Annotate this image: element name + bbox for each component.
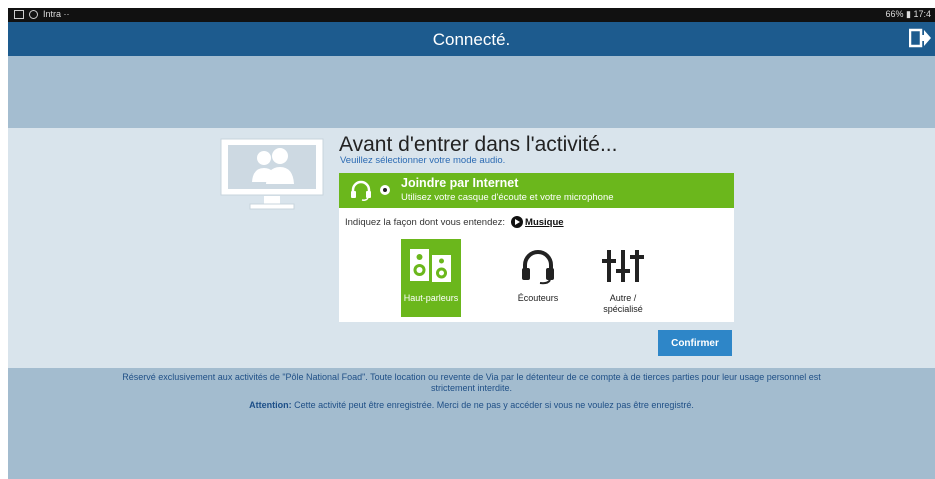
status-bar: Intra ·· 66% ▮ 17:4	[8, 8, 935, 22]
audio-output-panel: Indiquez la façon dont vous entendez: Mu…	[339, 208, 734, 322]
status-left: Intra ··	[14, 9, 70, 19]
app-frame: Intra ·· 66% ▮ 17:4 Connecté. Avant d'en…	[8, 8, 935, 479]
whatsapp-icon	[29, 9, 38, 19]
output-other[interactable]: Autre / spécialisé	[593, 239, 653, 317]
output-other-label-line2: spécialisé	[603, 304, 643, 314]
internet-option-title: Joindre par Internet	[401, 176, 519, 190]
output-speakers[interactable]: Haut-parleurs	[401, 239, 461, 317]
footer-notice: Réservé exclusivement aux activités de "…	[8, 372, 935, 394]
top-band	[8, 56, 935, 128]
play-icon[interactable]	[511, 216, 524, 228]
output-other-label-line1: Autre /	[609, 293, 637, 303]
hearing-prompt-text: Indiquez la façon dont vous entendez:	[345, 216, 506, 228]
music-link[interactable]: Musique	[525, 217, 564, 228]
footer-attention: Attention: Cette activité peut être enre…	[8, 400, 935, 410]
exit-icon[interactable]	[909, 28, 931, 48]
page-title: Connecté.	[432, 30, 511, 49]
output-headphones[interactable]: Écouteurs	[508, 239, 568, 317]
image-icon	[14, 9, 24, 19]
internet-option-subtitle: Utilisez votre casque d'écoute et votre …	[401, 192, 614, 203]
title-bar: Connecté.	[8, 22, 935, 56]
monitor-users-icon	[220, 138, 324, 210]
attention-text: Cette activité peut être enregistrée. Me…	[294, 400, 694, 410]
status-right-text: 66% ▮ 17:4	[885, 9, 931, 19]
speakers-icon	[410, 249, 451, 282]
headphones-icon	[522, 250, 554, 285]
footer-notice-line2: strictement interdite.	[430, 383, 513, 393]
internet-radio[interactable]	[380, 185, 390, 195]
status-left-text: Intra ··	[43, 9, 70, 19]
dialog-heading: Avant d'entrer dans l'activité...	[339, 133, 618, 156]
sliders-icon	[602, 250, 644, 282]
output-speakers-label: Haut-parleurs	[403, 293, 459, 303]
confirm-button[interactable]: Confirmer	[658, 330, 732, 356]
internet-option[interactable]: Joindre par Internet Utilisez votre casq…	[339, 173, 734, 208]
output-other-label: Autre / spécialisé	[593, 293, 653, 315]
headset-icon	[351, 180, 371, 201]
footer-notice-line1: Réservé exclusivement aux activités de "…	[122, 372, 821, 382]
dialog-subheading: Veuillez sélectionner votre mode audio.	[340, 155, 506, 166]
output-headphones-label: Écouteurs	[517, 293, 559, 303]
attention-label: Attention:	[249, 400, 292, 410]
hearing-prompt: Indiquez la façon dont vous entendez: Mu…	[345, 216, 564, 228]
